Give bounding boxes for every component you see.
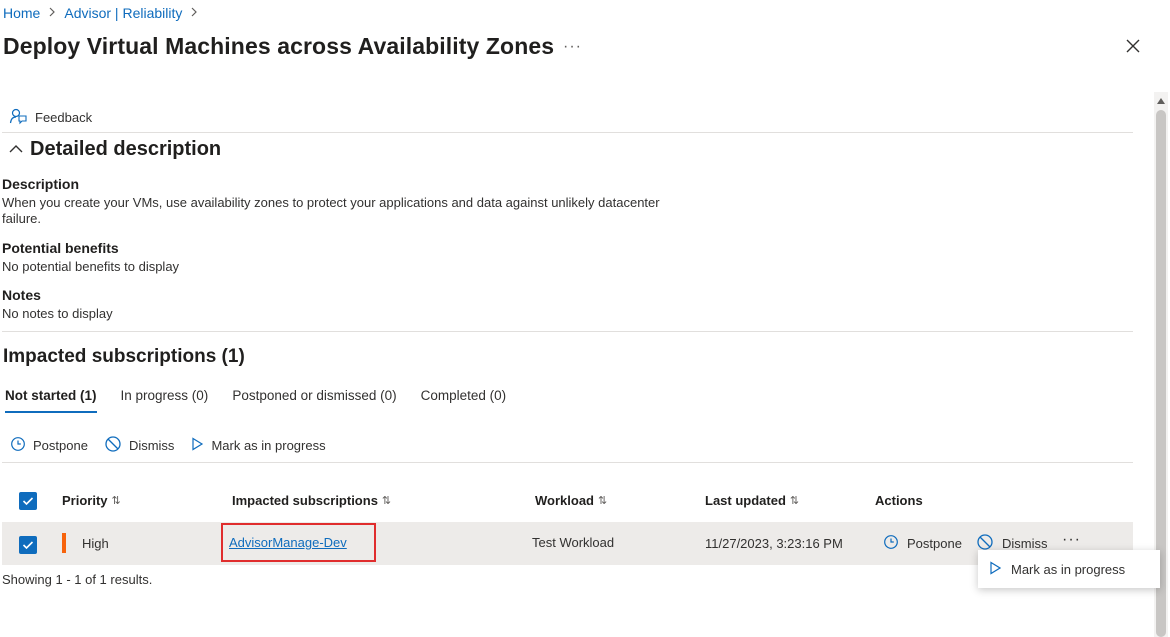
column-header-label: Impacted subscriptions xyxy=(232,493,378,508)
column-header-last-updated[interactable]: Last updated ⇅ xyxy=(705,493,799,508)
section-title: Detailed description xyxy=(30,138,222,160)
column-header-label: Last updated xyxy=(705,493,786,508)
action-toolbar: Postpone Dismiss Mark as in progress xyxy=(10,435,342,456)
more-actions-menu: Mark as in progress xyxy=(978,550,1160,588)
column-header-priority[interactable]: Priority ⇅ xyxy=(62,493,121,508)
sort-icon: ⇅ xyxy=(381,495,392,507)
more-options-icon[interactable]: ··· xyxy=(563,38,582,56)
potential-benefits-label: Potential benefits xyxy=(2,240,119,256)
column-header-label: Priority xyxy=(62,493,108,508)
mark-in-progress-button[interactable]: Mark as in progress xyxy=(190,437,326,454)
feedback-icon xyxy=(9,107,27,128)
impacted-subscriptions-title: Impacted subscriptions (1) xyxy=(3,346,245,367)
sort-icon: ⇅ xyxy=(789,495,800,507)
description-line-2: failure. xyxy=(2,211,42,226)
potential-benefits-text: No potential benefits to display xyxy=(2,259,180,274)
priority-indicator xyxy=(62,533,66,553)
row-postpone-label: Postpone xyxy=(907,536,962,551)
play-icon xyxy=(190,437,204,454)
clock-icon xyxy=(10,436,26,455)
breadcrumb-home-link[interactable]: Home xyxy=(3,5,40,21)
chevron-right-icon xyxy=(190,6,198,20)
divider xyxy=(2,462,1133,463)
postpone-label: Postpone xyxy=(33,438,88,453)
breadcrumb-advisor-link[interactable]: Advisor | Reliability xyxy=(64,5,182,21)
row-more-actions-icon[interactable]: ··· xyxy=(1062,531,1081,549)
description-label: Description xyxy=(2,176,80,192)
sort-icon: ⇅ xyxy=(598,495,608,507)
column-header-label: Workload xyxy=(535,493,594,508)
notes-label: Notes xyxy=(2,287,41,303)
checkmark-icon xyxy=(22,541,34,550)
checkmark-icon xyxy=(22,497,34,506)
chevron-right-icon xyxy=(48,6,56,20)
breadcrumb: Home Advisor | Reliability xyxy=(3,5,206,21)
last-updated-value: 11/27/2023, 3:23:16 PM xyxy=(705,536,843,551)
close-icon[interactable] xyxy=(1123,36,1143,56)
subscription-link[interactable]: AdvisorManage-Dev xyxy=(229,535,347,550)
play-icon xyxy=(989,560,1002,578)
dismiss-label: Dismiss xyxy=(128,438,175,453)
prohibited-icon xyxy=(104,435,122,456)
row-postpone-button[interactable]: Postpone xyxy=(883,534,962,553)
feedback-button[interactable]: Feedback xyxy=(9,107,92,128)
tab-in-progress[interactable]: In progress (0) xyxy=(121,388,209,413)
row-checkbox[interactable] xyxy=(19,536,37,554)
column-header-subscriptions[interactable]: Impacted subscriptions ⇅ xyxy=(232,493,391,508)
status-tabs: Not started (1) In progress (0) Postpone… xyxy=(5,388,530,413)
description-line-1: When you create your VMs, use availabili… xyxy=(2,195,660,210)
divider xyxy=(2,132,1133,133)
column-header-label: Actions xyxy=(875,493,923,508)
column-header-workload[interactable]: Workload ⇅ xyxy=(535,493,607,508)
mark-in-progress-label: Mark as in progress xyxy=(211,438,326,453)
results-count: Showing 1 - 1 of 1 results. xyxy=(2,572,153,587)
tab-completed[interactable]: Completed (0) xyxy=(421,388,507,413)
priority-value: High xyxy=(82,536,109,551)
row-dismiss-label: Dismiss xyxy=(1002,536,1048,551)
detailed-description-toggle[interactable]: Detailed description xyxy=(8,138,221,161)
select-all-checkbox[interactable] xyxy=(19,492,37,510)
dismiss-button[interactable]: Dismiss xyxy=(104,435,175,456)
tab-postponed-dismissed[interactable]: Postponed or dismissed (0) xyxy=(232,388,396,413)
sort-icon: ⇅ xyxy=(111,495,121,507)
chevron-up-icon xyxy=(8,138,24,161)
workload-value: Test Workload xyxy=(532,535,615,550)
scroll-up-arrow-icon[interactable] xyxy=(1156,94,1166,104)
clock-icon xyxy=(883,534,899,553)
column-header-actions: Actions xyxy=(875,493,923,508)
menu-item-mark-in-progress[interactable]: Mark as in progress xyxy=(1011,562,1125,577)
divider xyxy=(2,331,1133,332)
feedback-label: Feedback xyxy=(35,110,93,125)
notes-text: No notes to display xyxy=(2,306,113,321)
postpone-button[interactable]: Postpone xyxy=(10,436,88,455)
tab-not-started[interactable]: Not started (1) xyxy=(5,388,97,413)
page-title: Deploy Virtual Machines across Availabil… xyxy=(3,33,555,59)
